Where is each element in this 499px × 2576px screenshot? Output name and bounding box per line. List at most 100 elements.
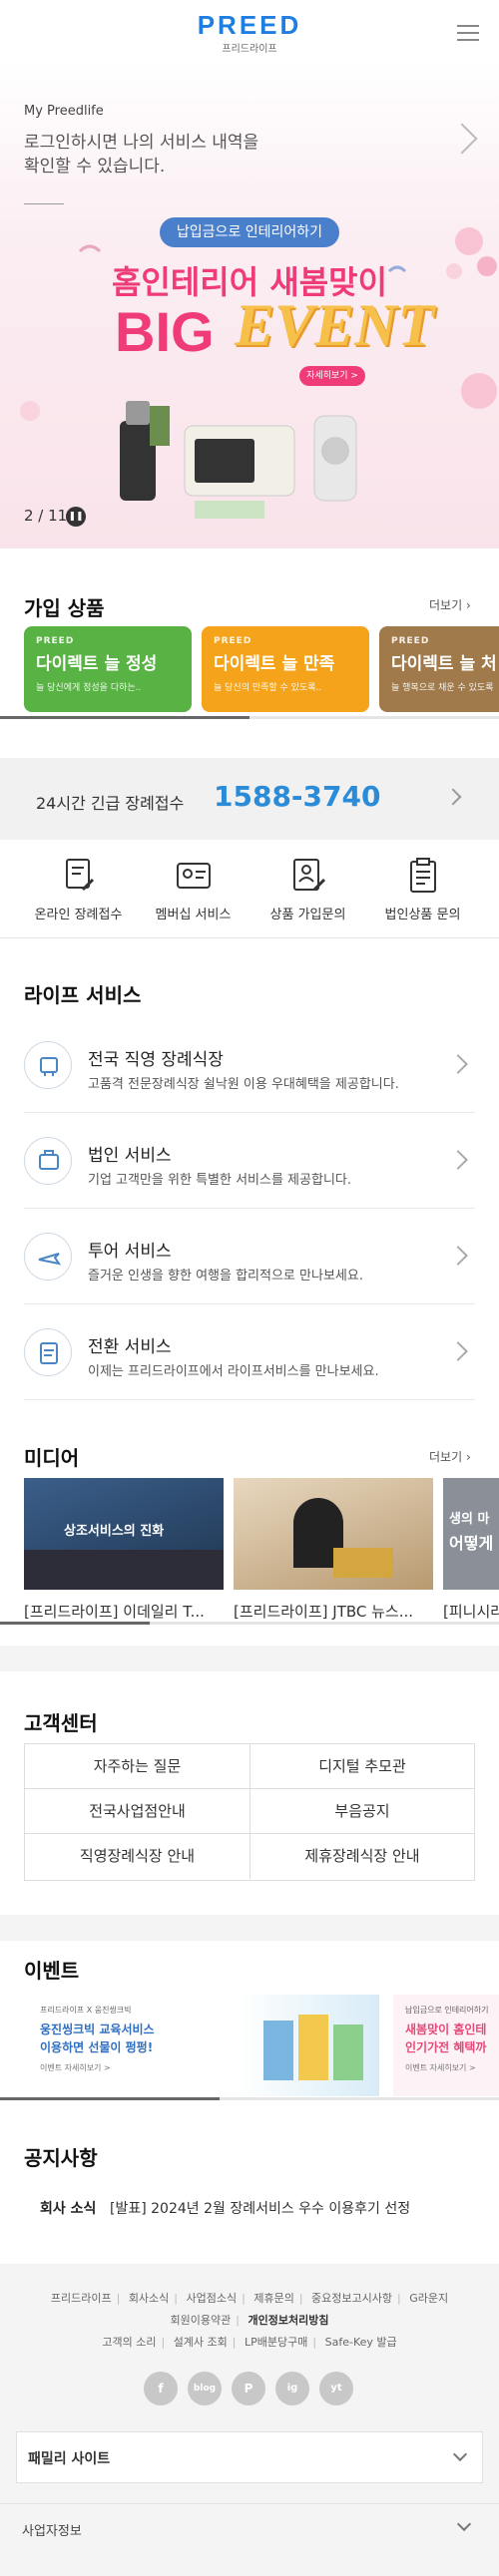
emergency-phone[interactable]: 1588-3740 [214, 780, 380, 813]
thumbnail-text: 생의 마 [449, 1512, 490, 1527]
pause-icon[interactable]: ❚❚ [66, 507, 86, 527]
hero-desc-line2: 확인할 수 있습니다. [24, 157, 166, 177]
service-title: 전국 직영 장례식장 [88, 1050, 224, 1070]
event-line2: 인기가전 혜택까 [405, 2040, 487, 2054]
post-icon[interactable]: P [232, 2372, 265, 2405]
footer-links-row2: 회원이용약관 | 개인정보처리방침 [170, 2314, 329, 2327]
event-banner[interactable]: 프리드라이프 X 웅진씽크빅 웅진씽크빅 교육서비스 이용하면 선물이 펑펑! … [24, 1995, 379, 2096]
footer-link[interactable]: 제휴문의 [253, 2292, 293, 2305]
building-icon [24, 1041, 72, 1089]
menu-icon[interactable] [449, 18, 487, 48]
footer-link[interactable]: 설계사 조회 [174, 2336, 228, 2349]
quickmenu-label: 온라인 장례접수 [34, 908, 123, 922]
service-title: 투어 서비스 [88, 1242, 172, 1262]
customer-title: 고객센터 [24, 1711, 98, 1735]
slide-counter: 2 / 11 [24, 507, 68, 525]
instagram-icon[interactable]: ig [275, 2372, 309, 2405]
footer-links-row1: 프리드라이프 | 회사소식 | 사업점소식 | 제휴문의 | 중요정보고시사항 | G라운… [50, 2292, 449, 2305]
products-title: 가입 상품 [24, 596, 105, 620]
quickmenu-product-inquiry[interactable]: 상품 가입문의 [246, 856, 370, 922]
service-desc: 이제는 프리드라이프에서 라이프서비스를 만나보세요. [88, 1364, 379, 1379]
media-more-link[interactable]: 더보기 › [429, 1448, 471, 1465]
card-desc: 늘 당신에게 정성을 다하는.. [36, 683, 142, 693]
service-desc: 기업 고객만을 위한 특별한 서비스를 제공합니다. [88, 1173, 351, 1188]
chevron-right-icon[interactable] [446, 123, 478, 155]
hero-desc-line1: 로그인하시면 나의 서비스 내역을 [24, 133, 259, 153]
footer-link[interactable]: G라운지 [409, 2292, 448, 2305]
more-label: 더보기 [429, 1450, 463, 1464]
products-more-link[interactable]: 더보기 › [429, 596, 471, 613]
youtube-icon[interactable]: yt [319, 2372, 353, 2405]
scrollbar-thumb[interactable] [0, 716, 250, 719]
quickmenu-membership[interactable]: 멤버십 서비스 [131, 856, 255, 922]
service-item-tour[interactable]: 투어 서비스 즐거운 인생을 향한 여행을 합리적으로 만나보세요. [24, 1209, 475, 1304]
footer-link[interactable]: 회사소식 [129, 2292, 169, 2305]
media-caption[interactable]: [프리드라이프] 이데일리 T... [24, 1601, 224, 1622]
media-caption[interactable]: [피니시라 [443, 1601, 499, 1622]
cc-link-memorial[interactable]: 디지털 추모관 [250, 1744, 474, 1789]
card-brand: PREED [36, 636, 75, 646]
logo[interactable]: PREED [0, 10, 499, 41]
card-name: 다이렉트 늘 만족 [214, 654, 335, 674]
life-title: 라이프 서비스 [24, 983, 142, 1007]
footer-link[interactable]: Safe-Key 발급 [325, 2336, 397, 2349]
scrollbar-thumb[interactable] [0, 2097, 220, 2100]
quickmenu-corporate-inquiry[interactable]: 법인상품 문의 [360, 856, 485, 922]
briefcase-icon [24, 1137, 72, 1185]
service-item-corporate[interactable]: 법인 서비스 기업 고객만을 위한 특별한 서비스를 제공합니다. [24, 1113, 475, 1209]
cc-link-direct-halls[interactable]: 직영장례식장 안내 [25, 1834, 250, 1879]
footer-link[interactable]: 회원이용약관 [171, 2314, 232, 2327]
facebook-icon[interactable]: f [144, 2372, 178, 2405]
user-doc-icon [292, 859, 325, 892]
section-gap [0, 1915, 499, 1941]
hero-banner[interactable]: My Preedlife 로그인하시면 나의 서비스 내역을 확인할 수 있습니… [0, 62, 499, 549]
media-caption[interactable]: [프리드라이프] JTBC 뉴스... [234, 1601, 433, 1622]
notice-category: 회사 소식 [40, 2201, 97, 2217]
card-brand: PREED [214, 636, 252, 646]
service-item-conversion[interactable]: 전환 서비스 이제는 프리드라이프에서 라이프서비스를 만나보세요. [24, 1304, 475, 1400]
cc-link-partner-halls[interactable]: 제휴장례식장 안내 [250, 1834, 474, 1879]
section-gap [0, 1646, 499, 1671]
media-thumbnail[interactable]: 생의 마 어떻게 [443, 1478, 499, 1590]
events-title: 이벤트 [24, 1959, 80, 1983]
service-desc: 고품격 전문장례식장 쉴낙원 이용 우대혜택을 제공합니다. [88, 1077, 399, 1092]
footer-link[interactable]: 중요정보고시사항 [311, 2292, 392, 2305]
thumbnail-text: 상조서비스의 진화 [64, 1524, 165, 1539]
quickmenu-label: 상품 가입문의 [269, 908, 346, 922]
footer-links-row3: 고객의 소리 | 설계사 조회 | LP배분당구매 | Safe-Key 발급 [102, 2336, 397, 2349]
product-card[interactable]: PREED 다이렉트 늘 정성 늘 당신에게 정성을 다하는.. [24, 626, 192, 712]
cc-link-faq[interactable]: 자주하는 질문 [25, 1744, 250, 1789]
card-name: 다이렉트 늘 정성 [36, 654, 158, 674]
service-item-funeral-hall[interactable]: 전국 직영 장례식장 고품격 전문장례식장 쉴낙원 이용 우대혜택을 제공합니다… [24, 1017, 475, 1113]
quickmenu-online-funeral[interactable]: 온라인 장례접수 [16, 856, 141, 922]
footer-link-privacy[interactable]: 개인정보처리방침 [248, 2314, 328, 2327]
service-desc: 즐거운 인생을 향한 여행을 합리적으로 만나보세요. [88, 1269, 363, 1284]
footer-link[interactable]: LP배분당구매 [245, 2336, 307, 2349]
service-title: 법인 서비스 [88, 1146, 172, 1166]
business-info-toggle[interactable]: 사업자정보 [22, 2520, 82, 2539]
footer-link[interactable]: 고객의 소리 [102, 2336, 156, 2349]
cc-link-obituary[interactable]: 부음공지 [250, 1789, 474, 1834]
banner-detail-button[interactable]: 자세히보기 > [299, 366, 365, 386]
event-small: 납입금으로 인테리어하기 [405, 2006, 489, 2015]
banner-big: BIG [115, 300, 215, 363]
media-thumbnail[interactable]: 상조서비스의 진화 [24, 1478, 224, 1590]
blog-icon[interactable]: blog [188, 2372, 222, 2405]
card-brand: PREED [391, 636, 430, 646]
scrollbar-thumb[interactable] [0, 1622, 150, 1625]
footer-link[interactable]: 프리드라이프 [51, 2292, 112, 2305]
divider [0, 937, 499, 938]
banner-event: EVENT [235, 292, 435, 358]
card-icon [176, 863, 211, 889]
thumbnail-text: 어떻게 [449, 1534, 494, 1553]
media-title: 미디어 [24, 1446, 80, 1470]
product-card[interactable]: PREED 다이렉트 늘 처 늘 행복으로 채운 수 있도록 [379, 626, 499, 712]
notice-item[interactable]: [발표] 2024년 2월 장례서비스 우수 이용후기 선정 [110, 2198, 410, 2218]
event-banner[interactable]: 납입금으로 인테리어하기 새봄맞이 홈인테 인기가전 혜택까 이벤트 자세히보기… [393, 1995, 499, 2096]
event-link: 이벤트 자세히보기 > [40, 2063, 111, 2072]
event-link: 이벤트 자세히보기 > [405, 2063, 476, 2072]
footer-link[interactable]: 사업점소식 [187, 2292, 238, 2305]
media-thumbnail[interactable] [234, 1478, 433, 1590]
cc-link-branches[interactable]: 전국사업점안내 [25, 1789, 250, 1834]
product-card[interactable]: PREED 다이렉트 늘 만족 늘 당신의 만족할 수 있도록.. [202, 626, 369, 712]
